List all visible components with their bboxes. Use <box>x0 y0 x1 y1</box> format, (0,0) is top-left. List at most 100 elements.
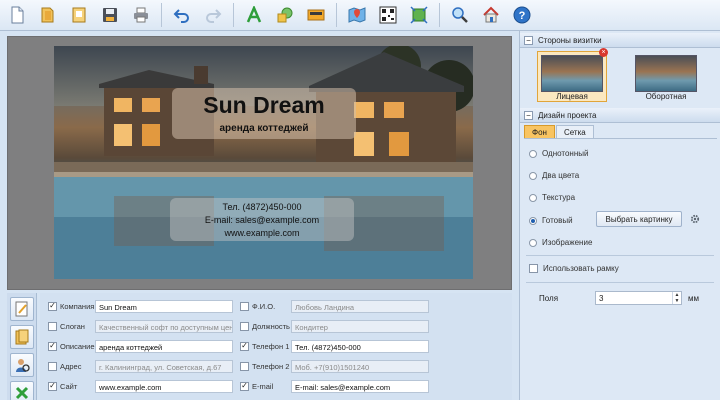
save-disk-icon[interactable] <box>99 4 121 26</box>
field-checkbox[interactable] <box>48 321 57 331</box>
home-icon[interactable] <box>480 4 502 26</box>
field-row-description: ✓ Описание <box>48 339 95 353</box>
card-company-name[interactable]: Sun Dream <box>172 92 356 119</box>
open-folder-icon[interactable] <box>37 4 59 26</box>
field-checkbox[interactable] <box>240 321 249 331</box>
field-row-phone1: ✓ Телефон 1 <box>240 339 289 353</box>
back-side-thumbnail[interactable] <box>635 55 697 92</box>
field-checkbox[interactable]: ✓ <box>48 341 57 351</box>
design-title: Дизайн проекта <box>538 110 597 120</box>
collapse-icon[interactable]: − <box>524 110 533 120</box>
address-input[interactable]: г. Калининград, ул. Советская, д.67 <box>95 360 233 373</box>
margins-unit: мм <box>688 294 699 303</box>
radio-button[interactable] <box>529 193 537 202</box>
option-image[interactable]: Изображение <box>529 238 592 247</box>
radio-button-selected[interactable] <box>529 216 537 225</box>
field-checkbox[interactable]: ✓ <box>48 301 57 311</box>
card-background-photo <box>54 46 473 279</box>
templates-icon[interactable] <box>10 325 34 349</box>
company-input[interactable]: Sun Dream <box>95 300 233 313</box>
contacts-icon[interactable] <box>10 353 34 377</box>
phone2-input[interactable]: Моб. +7(910)1501240 <box>291 360 429 373</box>
field-checkbox[interactable] <box>48 361 57 371</box>
settings-gear-icon[interactable] <box>690 214 700 224</box>
phone1-input[interactable]: Тел. (4872)450-000 <box>291 340 429 353</box>
field-label: Компания <box>60 301 95 311</box>
card-fields-form: ✓ Компания Sun Dream Слоган Качественный … <box>40 293 512 400</box>
business-card-preview[interactable]: Sun Dream аренда коттеджей Тел. (4872)45… <box>54 46 473 279</box>
stepper-arrows-icon[interactable]: ▲ ▼ <box>672 292 681 304</box>
email-input[interactable]: E-mail: sales@example.com <box>291 380 429 393</box>
map-icon[interactable] <box>346 4 368 26</box>
undo-icon[interactable] <box>171 4 193 26</box>
field-row-website: ✓ Сайт <box>48 379 77 393</box>
tools-sidebar <box>7 293 37 400</box>
field-row-position: Должность <box>240 319 290 333</box>
option-ready[interactable]: Готовый <box>529 216 573 225</box>
radio-button[interactable] <box>529 171 537 180</box>
shapes-tool-icon[interactable] <box>274 4 296 26</box>
margins-stepper[interactable]: 3 ▲ ▼ <box>595 291 682 305</box>
card-phone[interactable]: Тел. (4872)450-000 <box>170 202 354 212</box>
toolbar-separator <box>233 3 234 27</box>
properties-panel: − Стороны визитки × Лицевая Оборотная − Ди… <box>519 31 720 400</box>
tab-grid[interactable]: Сетка <box>555 125 594 138</box>
radio-button[interactable] <box>529 238 537 247</box>
field-row-fullname: Ф.И.О. <box>240 299 275 313</box>
zoom-icon[interactable] <box>449 4 471 26</box>
divider <box>526 282 714 283</box>
option-solid[interactable]: Однотонный <box>529 149 588 158</box>
close-icon[interactable]: × <box>599 48 608 57</box>
edit-text-icon[interactable] <box>10 297 34 321</box>
design-header[interactable]: − Дизайн проекта <box>520 108 720 123</box>
field-checkbox[interactable] <box>240 301 249 311</box>
field-label: Телефон 1 <box>252 341 290 351</box>
field-label: Должность <box>252 321 290 331</box>
redo-icon[interactable] <box>202 4 224 26</box>
toolbar-separator <box>161 3 162 27</box>
radio-button[interactable] <box>529 149 537 158</box>
card-subtitle[interactable]: аренда коттеджей <box>172 123 356 134</box>
back-side-label: Оборотная <box>645 92 687 101</box>
fit-page-icon[interactable] <box>408 4 430 26</box>
website-input[interactable]: www.example.com <box>95 380 233 393</box>
card-email[interactable]: E-mail: sales@example.com <box>170 215 354 225</box>
help-icon[interactable]: ? <box>511 4 533 26</box>
option-two-colors[interactable]: Два цвета <box>529 171 579 180</box>
choose-picture-button[interactable]: Выбрать картинку <box>596 211 682 227</box>
option-label: Изображение <box>542 238 593 247</box>
margins-value: 3 <box>599 294 604 303</box>
option-texture[interactable]: Текстура <box>529 193 575 202</box>
design-canvas[interactable]: Sun Dream аренда коттеджей Тел. (4872)45… <box>7 36 512 290</box>
use-frame-checkbox[interactable] <box>529 264 538 273</box>
open-template-icon[interactable] <box>68 4 90 26</box>
position-input[interactable]: Кондитер <box>291 320 429 333</box>
print-icon[interactable] <box>130 4 152 26</box>
slogan-input[interactable]: Качественный софт по доступным ценам <box>95 320 233 333</box>
field-checkbox[interactable]: ✓ <box>48 381 57 391</box>
fullname-input[interactable]: Любовь Ландина <box>291 300 429 313</box>
field-row-phone2: Телефон 2 <box>240 359 289 373</box>
new-file-icon[interactable] <box>6 4 28 26</box>
description-input[interactable]: аренда коттеджей <box>95 340 233 353</box>
qr-code-icon[interactable] <box>377 4 399 26</box>
front-side-thumbnail[interactable] <box>541 55 603 92</box>
front-side-label: Лицевая <box>556 92 588 101</box>
field-label: Телефон 2 <box>252 361 290 371</box>
card-website[interactable]: www.example.com <box>170 228 354 238</box>
field-label: Описание <box>60 341 95 351</box>
field-label: Сайт <box>60 381 78 391</box>
divider <box>526 255 714 256</box>
field-label: E-mail <box>252 381 274 391</box>
collapse-icon[interactable]: − <box>524 35 533 45</box>
use-frame-option[interactable]: Использовать рамку <box>529 264 619 273</box>
field-checkbox[interactable]: ✓ <box>240 341 249 351</box>
field-checkbox[interactable] <box>240 361 249 371</box>
field-checkbox[interactable]: ✓ <box>240 381 249 391</box>
tab-background[interactable]: Фон <box>524 125 555 138</box>
text-tool-icon[interactable] <box>243 4 265 26</box>
main-toolbar: ? <box>0 0 720 31</box>
card-sides-header[interactable]: − Стороны визитки <box>520 33 720 48</box>
export-excel-icon[interactable] <box>10 381 34 400</box>
image-tool-icon[interactable] <box>305 4 327 26</box>
